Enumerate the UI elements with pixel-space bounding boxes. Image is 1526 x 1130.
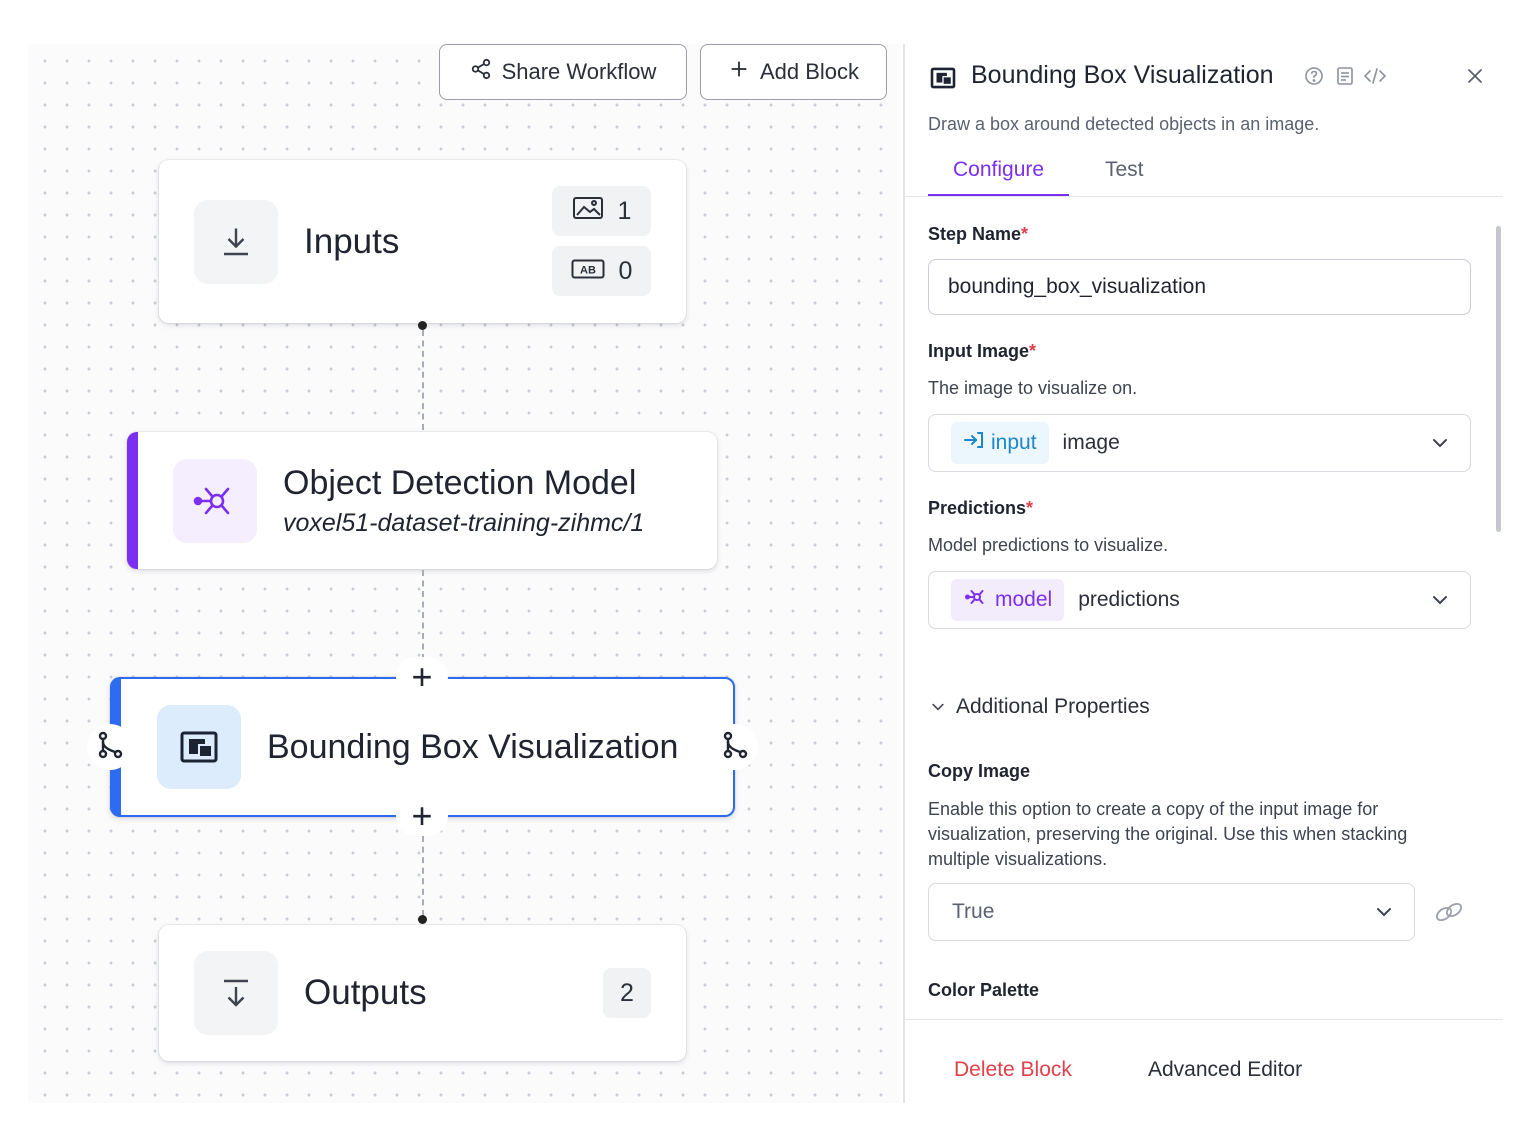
text-ab-icon: AB [571,257,605,286]
branch-left-button[interactable] [87,724,133,770]
text-input-count-badge: AB 0 [552,246,651,296]
predictions-select[interactable]: model predictions [928,571,1471,629]
connection-dot [418,321,427,330]
model-network-icon [963,587,989,613]
docs-icon[interactable] [1336,66,1354,91]
add-block-button[interactable]: Add Block [700,44,887,100]
predictions-description: Model predictions to visualize. [928,535,1169,555]
predictions-label: Predictions* [928,498,1033,519]
copy-image-label: Copy Image [928,761,1031,781]
share-icon [470,58,492,86]
outputs-count-badge: 2 [603,968,651,1018]
tabs-divider [905,196,1503,197]
share-workflow-button[interactable]: Share Workflow [439,44,687,100]
predictions-value: predictions [1078,588,1180,611]
inputs-title: Inputs [304,221,400,261]
tab-configure[interactable]: Configure [928,158,1070,197]
branch-icon [96,730,124,765]
outputs-count: 2 [620,978,634,1007]
image-count: 1 [617,196,632,225]
required-mark: * [1026,498,1034,518]
advanced-editor-button[interactable]: Advanced Editor [1148,1058,1302,1082]
delete-block-button[interactable]: Delete Block [954,1058,1072,1082]
object-detection-text: Object Detection Model voxel51-dataset-t… [283,464,644,538]
image-input-count-badge: 1 [552,186,651,236]
bounding-box-icon [157,705,241,789]
connector-line [422,570,424,660]
plus-icon [728,58,750,86]
panel-title: Bounding Box Visualization [971,61,1274,89]
text-count: 0 [618,256,633,285]
panel-scrollbar[interactable] [1496,226,1501,532]
inputs-node[interactable]: Inputs 1 AB 0 [159,160,686,323]
predictions-label-text: Predictions [928,498,1027,518]
svg-text:AB: AB [580,264,596,276]
add-block-above-button[interactable]: + [396,657,448,697]
connection-dot [418,915,427,924]
copy-image-description: Enable this option to create a copy of t… [928,799,1408,869]
outputs-node[interactable]: Outputs 2 [159,925,686,1061]
input-image-label: Input Image* [928,341,1036,362]
object-detection-model-id: voxel51-dataset-training-zihmc/1 [283,508,645,537]
chevron-down-icon [1433,439,1447,448]
model-chip-label: model [995,588,1053,611]
input-image-label-text: Input Image [928,341,1030,361]
step-name-input[interactable] [928,259,1471,315]
image-icon [572,196,604,227]
additional-properties-label: Additional Properties [956,695,1150,718]
step-name-label: Step Name* [928,224,1028,245]
input-arrow-icon [963,430,985,456]
copy-image-value: True [952,900,995,923]
object-detection-title: Object Detection Model [283,463,637,502]
color-palette-label: Color Palette [928,980,1040,1000]
bounding-box-icon [930,67,956,94]
close-icon[interactable] [1467,68,1483,89]
outputs-title: Outputs [304,973,427,1012]
block-config-panel: Bounding Box Visualization Draw a box ar… [903,44,1503,1103]
outputs-icon [194,951,278,1035]
model-network-icon [173,458,257,543]
required-mark: * [1021,224,1029,244]
connector-line [422,330,424,430]
input-image-description: The image to visualize on. [928,378,1138,398]
code-icon[interactable] [1363,66,1387,91]
add-block-below-button[interactable]: + [396,796,448,836]
download-icon [194,199,278,284]
input-chip: input [951,422,1049,464]
link-icon[interactable] [1433,900,1465,929]
step-name-label-text: Step Name [928,224,1022,244]
share-workflow-label: Share Workflow [501,59,657,84]
input-chip-label: input [991,431,1037,454]
branch-right-button[interactable] [712,724,758,770]
additional-properties-toggle[interactable]: Additional Properties [930,695,1150,719]
add-block-label: Add Block [759,59,860,84]
input-image-value: image [1062,431,1120,454]
chevron-down-icon [1433,596,1447,605]
panel-description: Draw a box around detected objects in an… [928,114,1320,134]
branch-icon [721,730,749,765]
copy-image-select[interactable]: True [928,883,1415,941]
chevron-down-icon [932,703,944,711]
required-mark: * [1029,341,1037,361]
footer-divider [905,1019,1503,1020]
input-image-select[interactable]: input image [928,414,1471,472]
connector-line [422,836,424,916]
chevron-down-icon [1377,908,1391,917]
help-icon[interactable] [1304,66,1324,91]
tab-test[interactable]: Test [1105,158,1144,194]
object-detection-node[interactable]: Object Detection Model voxel51-dataset-t… [127,432,717,569]
bounding-box-title: Bounding Box Visualization [267,727,679,766]
model-chip: model [951,579,1065,621]
